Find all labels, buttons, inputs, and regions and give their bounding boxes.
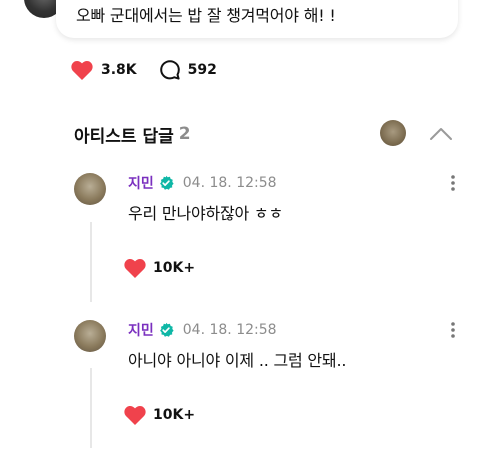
reply-meta: 지민 04. 18. 12:58: [128, 321, 277, 339]
more-options-button[interactable]: [447, 320, 459, 340]
artist-avatar[interactable]: [380, 120, 406, 146]
comment-count: 592: [187, 62, 217, 78]
reply-meta: 지민 04. 18. 12:58: [128, 174, 277, 192]
collapse-button[interactable]: [428, 122, 454, 146]
heart-icon: [71, 61, 93, 80]
reply-text: 아니야 아니야 이제 .. 그럼 안돼..: [128, 351, 347, 370]
like-count: 3.8K: [101, 62, 137, 78]
more-vertical-icon: [451, 175, 455, 191]
post-bubble: 오빠 군대에서는 밥 잘 챙겨먹어야 해! !: [56, 0, 458, 38]
speech-bubble-icon: [159, 60, 180, 80]
reply-timestamp: 04. 18. 12:58: [182, 322, 277, 338]
heart-icon: [124, 406, 146, 425]
artist-replies-header: 아티스트 답글 2: [74, 120, 480, 147]
comment-button[interactable]: 592: [159, 59, 217, 81]
like-button[interactable]: 3.8K: [70, 59, 137, 81]
reply-author-name[interactable]: 지민: [128, 173, 154, 193]
artist-replies-count: 2: [178, 124, 191, 144]
more-options-button[interactable]: [447, 173, 459, 193]
post-text: 오빠 군대에서는 밥 잘 챙겨먹어야 해! !: [76, 6, 336, 25]
reply-text: 우리 만나야하잖아 ㅎㅎ: [128, 204, 283, 223]
reply-item: 지민 04. 18. 12:58 우리 만나야하잖아 ㅎㅎ 10K+: [74, 173, 480, 285]
reply-author-name[interactable]: 지민: [128, 320, 154, 340]
reply-timestamp: 04. 18. 12:58: [182, 175, 277, 191]
reply-like-button[interactable]: 10K+: [123, 403, 195, 427]
reply-author-avatar[interactable]: [74, 320, 106, 352]
verified-badge-icon: [159, 322, 174, 337]
heart-icon: [124, 259, 146, 278]
reply-like-button[interactable]: 10K+: [123, 256, 195, 280]
reaction-bar: 3.8K 592: [70, 58, 239, 82]
reply-author-avatar[interactable]: [74, 173, 106, 205]
comment-thread-page: 오빠 군대에서는 밥 잘 챙겨먹어야 해! ! 3.8K 592 아티스트 답글…: [0, 0, 480, 461]
artist-replies-title: 아티스트 답글: [74, 126, 174, 147]
chevron-up-icon: [430, 128, 452, 140]
reply-like-count: 10K+: [153, 407, 196, 423]
reply-item: 지민 04. 18. 12:58 아니야 아니야 이제 .. 그럼 안돼.. 1…: [74, 320, 480, 432]
verified-badge-icon: [159, 175, 174, 190]
reply-like-count: 10K+: [153, 260, 196, 276]
more-vertical-icon: [451, 322, 455, 338]
